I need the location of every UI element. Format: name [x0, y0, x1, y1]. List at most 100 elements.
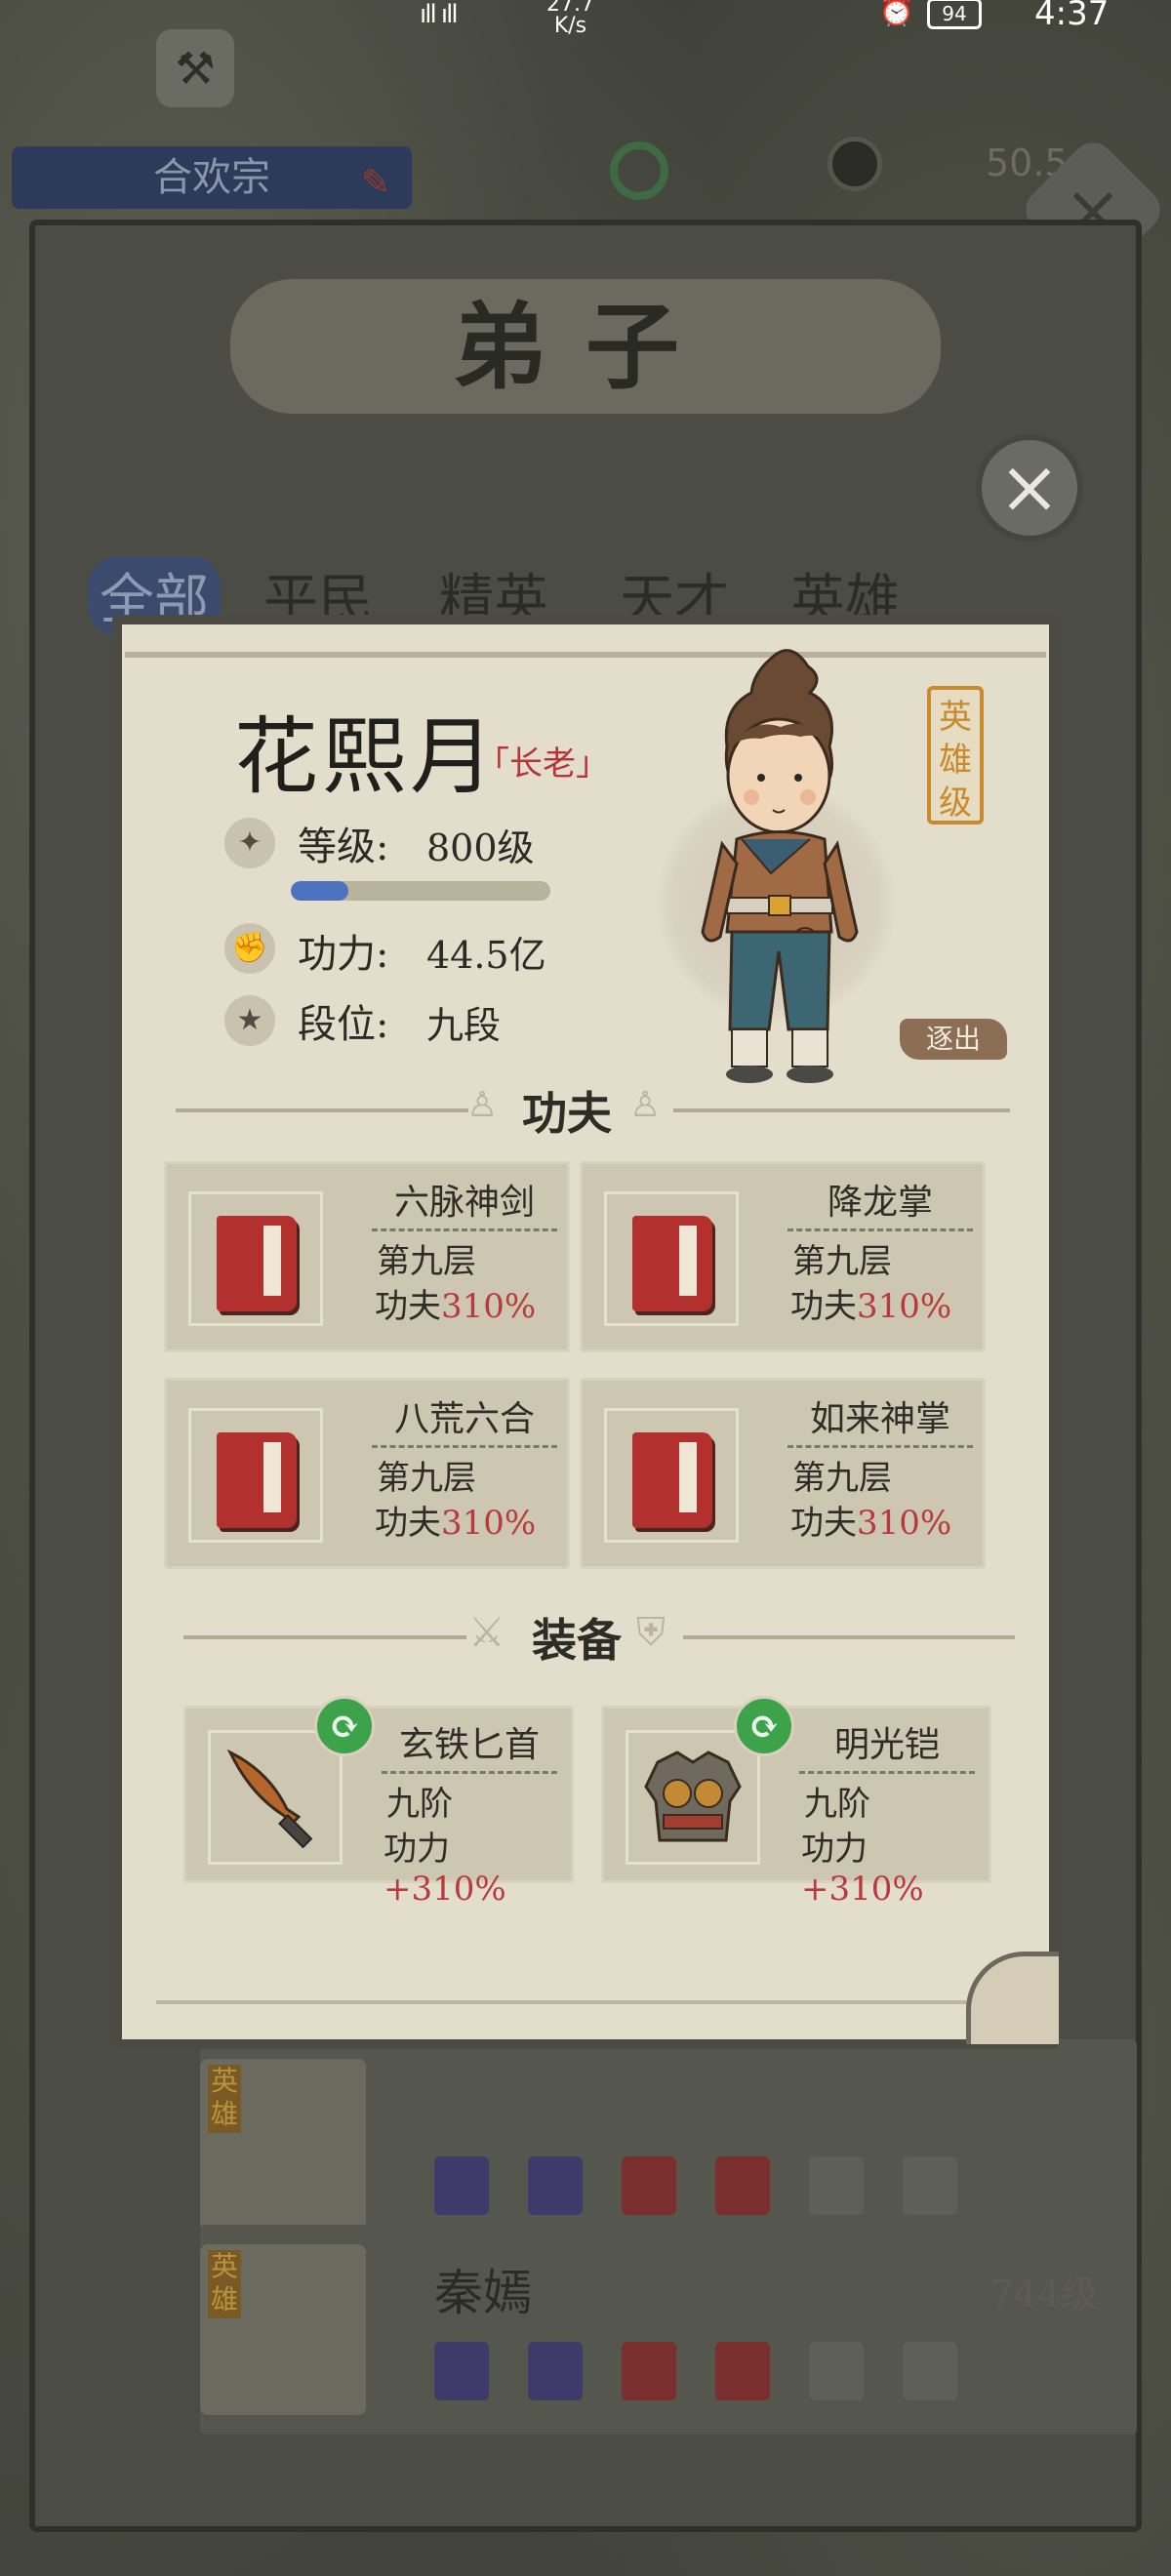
battery-icon: 94 — [927, 0, 982, 29]
skill-power: 功夫310% — [790, 1504, 952, 1543]
level-progress-fill — [291, 881, 348, 901]
skill-name: 八荒六合 — [372, 1390, 557, 1448]
equipment-power: 功力+310% — [801, 1830, 924, 1909]
panel-title: 弟子 — [224, 273, 947, 420]
close-button[interactable]: × — [976, 434, 1083, 542]
equipment-heading: 装备 — [532, 1614, 622, 1667]
meditation-icon: ♙ — [466, 1085, 499, 1125]
resource-ring-icon — [610, 141, 668, 200]
skill-layer: 第九层 — [377, 1242, 476, 1281]
meditation-icon: ♙ — [629, 1085, 662, 1125]
swap-icon[interactable]: ⟳ — [314, 1696, 375, 1756]
skill-name: 降龙掌 — [787, 1174, 973, 1231]
sect-name-pill[interactable]: 合欢宗 ✎ — [12, 146, 412, 209]
divider — [125, 652, 1046, 658]
alarm-icon: ⏰ — [878, 0, 915, 28]
divider — [683, 1635, 1015, 1639]
kungfu-heading: 功夫 — [522, 1087, 612, 1140]
fist-icon: ✊ — [224, 923, 275, 974]
level-label: 等级: — [298, 825, 389, 869]
equipment-name: 明光铠 — [799, 1716, 975, 1774]
disciple-title: 长老 — [476, 737, 609, 785]
axe-tool-icon[interactable]: ⚒ — [156, 29, 234, 107]
rank-badge: 英雄 — [208, 2065, 241, 2133]
divider — [183, 1635, 466, 1639]
skill-power: 功夫310% — [375, 1287, 537, 1326]
book-icon — [715, 2156, 770, 2215]
disciple-level: 744级 — [989, 2273, 1098, 2315]
armor-icon: ⛨ — [636, 1610, 666, 1655]
clock: 4:37 — [1034, 0, 1110, 33]
equipment-mini-row — [434, 2342, 996, 2404]
disciple-name: 秦嫣 — [434, 2265, 532, 2321]
skill-card[interactable]: 八荒六合 第九层 功夫310% — [164, 1378, 570, 1569]
power-label: 功力: — [298, 932, 389, 977]
skill-power: 功夫310% — [790, 1287, 952, 1326]
avatar: 英雄 — [200, 2244, 366, 2415]
book-icon — [528, 2156, 583, 2215]
skill-name: 如来神掌 — [787, 1390, 973, 1448]
skill-book-thumb — [604, 1191, 739, 1326]
skill-card[interactable]: 如来神掌 第九层 功夫310% — [580, 1378, 986, 1569]
skill-name: 六脉神剑 — [372, 1174, 557, 1231]
book-icon — [528, 2342, 583, 2400]
equipment-tier: 九阶 — [386, 1785, 453, 1824]
expel-button[interactable]: 逐出 — [900, 1019, 1007, 1060]
list-item[interactable]: 英雄 秦嫣 744级 — [200, 2225, 1137, 2435]
book-icon — [217, 1216, 297, 1311]
book-icon — [622, 2156, 676, 2215]
book-icon — [434, 2156, 489, 2215]
skill-book-thumb — [188, 1408, 323, 1543]
skill-power: 功夫310% — [375, 1504, 537, 1543]
rank-badge: 英雄 — [208, 2250, 241, 2318]
equipment-mini-row — [434, 2156, 996, 2219]
character-portrait — [701, 649, 859, 1083]
weapon-icon — [809, 2156, 864, 2215]
book-icon — [622, 2342, 676, 2400]
armor-icon — [644, 1751, 742, 1842]
divider — [156, 2000, 1015, 2004]
disciple-name: 花熙月 — [234, 708, 498, 806]
divider — [176, 1108, 468, 1112]
equipment-tier: 九阶 — [804, 1785, 870, 1824]
skill-card[interactable]: 降龙掌 第九层 功夫310% — [580, 1161, 986, 1352]
level-progress-bar — [291, 881, 550, 901]
book-icon — [632, 1216, 712, 1311]
rank-tag: 英雄级 — [927, 686, 984, 825]
dagger-icon — [226, 1749, 313, 1849]
equipment-thumb — [626, 1730, 760, 1865]
divider — [673, 1108, 1010, 1112]
power-value: 44.5亿 — [426, 934, 546, 977]
network-speed: 27.7 K/s — [546, 0, 594, 38]
equipment-card[interactable]: 玄铁匕首 九阶 功力+310% — [183, 1706, 574, 1909]
level-value: 800级 — [426, 826, 535, 869]
equipment-name: 玄铁匕首 — [382, 1716, 557, 1774]
book-icon — [434, 2342, 489, 2400]
book-icon — [632, 1432, 712, 1528]
armor-icon — [903, 2156, 957, 2215]
skill-book-thumb — [188, 1191, 323, 1326]
armor-icon — [903, 2342, 957, 2400]
skill-layer: 第九层 — [792, 1459, 892, 1498]
signal-icon: ıll ıll — [420, 0, 459, 29]
equipment-thumb — [208, 1730, 343, 1865]
grade-label: 段位: — [298, 1002, 389, 1047]
skill-layer: 第九层 — [792, 1242, 892, 1281]
swap-icon[interactable]: ⟳ — [734, 1696, 794, 1756]
skill-card[interactable]: 六脉神剑 第九层 功夫310% — [164, 1161, 570, 1352]
grade-value: 九段 — [426, 1004, 502, 1047]
book-icon — [715, 2342, 770, 2400]
skill-layer: 第九层 — [377, 1459, 476, 1498]
crossed-swords-icon: ⚔ — [468, 1608, 505, 1656]
skill-book-thumb — [604, 1408, 739, 1543]
coin-icon — [828, 137, 882, 191]
book-icon — [217, 1432, 297, 1528]
avatar: 英雄 — [200, 2059, 366, 2230]
brush-icon: ✎ — [360, 163, 390, 203]
equipment-card[interactable]: 明光铠 九阶 功力+310% — [601, 1706, 991, 1909]
close-icon: × — [998, 443, 1061, 530]
list-item[interactable]: 英雄 — [200, 2039, 1137, 2249]
weapon-icon — [809, 2342, 864, 2400]
sect-name: 合欢宗 — [153, 155, 270, 200]
bird-icon: ✦ — [224, 818, 275, 868]
